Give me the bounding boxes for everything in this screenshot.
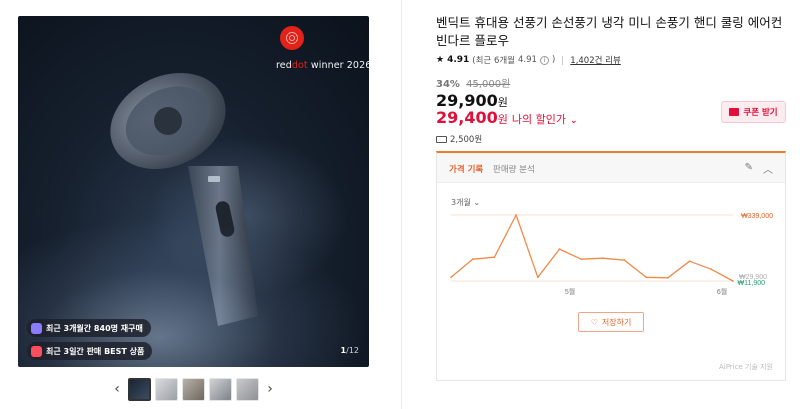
my-price-unit: 원 xyxy=(497,113,508,126)
price-point-6 xyxy=(558,248,561,250)
award-text: reddot winner 2026 xyxy=(276,60,369,71)
thumbnail-2[interactable] xyxy=(155,377,178,401)
product-main-image[interactable]: reddot winner 2026 최근 3개월간 840명 재구매 최근 3… xyxy=(18,16,369,367)
price-point-3 xyxy=(493,256,496,259)
rating-period-score: 4.91 xyxy=(518,55,537,65)
repurchase-badge: 최근 3개월간 840명 재구매 xyxy=(27,319,151,337)
my-discount-price[interactable]: 29,400원 나의 할인가 ⌄ xyxy=(436,108,578,127)
info-icon[interactable]: i xyxy=(539,55,549,65)
x-tick-may: 5월 xyxy=(565,287,575,296)
reddot-award-icon xyxy=(280,26,304,50)
price-history-chart: ₩339,000 ₩29,900 ₩11,900 5월 6월 xyxy=(450,213,773,296)
chevron-left-icon[interactable]: ‹ xyxy=(110,377,124,401)
tab-price-history[interactable]: 가격 기록 xyxy=(449,163,483,175)
chevron-up-icon[interactable]: ︿ xyxy=(763,161,773,176)
heart-icon: ♡ xyxy=(590,317,598,327)
min-price-label: ₩11,900 xyxy=(738,280,766,287)
repurchase-badge-label: 최근 3개월간 840명 재구매 xyxy=(46,323,143,333)
award-prefix: red xyxy=(276,60,292,71)
coupon-icon xyxy=(729,108,740,116)
price-panel-header: 가격 기록 판매량 분석 ✎ ︿ xyxy=(437,153,785,183)
powered-by-text: AiPrice 기술 지원 xyxy=(718,363,773,371)
save-button[interactable]: ♡ 저장하기 xyxy=(578,312,644,332)
repurchase-icon xyxy=(31,322,42,334)
best-seller-badge-label: 최근 3일간 판매 BEST 상품 xyxy=(46,346,145,356)
truck-icon xyxy=(436,135,447,143)
price-point-13 xyxy=(710,268,713,271)
review-count-link[interactable]: 1,402건 리뷰 xyxy=(570,54,621,66)
price-point-12 xyxy=(688,260,691,263)
rating-separator xyxy=(562,55,564,65)
original-price: 45,000원 xyxy=(466,79,511,90)
thumbnail-strip: ‹ › xyxy=(110,377,277,401)
thumbnail-3[interactable] xyxy=(182,377,205,401)
discount-rate: 34% xyxy=(436,79,460,90)
rating-period: (최근 6개월 xyxy=(472,56,516,66)
chevron-down-icon: ⌄ xyxy=(569,116,578,126)
shipping-row: 2,500원 xyxy=(436,133,482,145)
max-price-label: ₩339,000 xyxy=(741,213,773,220)
price-point-2 xyxy=(471,258,474,261)
award-suffix: winner 2026 xyxy=(307,60,369,71)
price-point-8 xyxy=(601,257,604,260)
tab-sales-analysis[interactable]: 판매량 분석 xyxy=(493,163,535,175)
rating-score: 4.91 xyxy=(447,55,470,65)
price-point-14 xyxy=(732,280,734,282)
x-tick-june: 6월 xyxy=(717,287,727,296)
thumbnail-1[interactable] xyxy=(128,377,151,401)
rating-close: ) xyxy=(551,55,556,65)
save-button-label: 저장하기 xyxy=(601,317,632,327)
price-point-7 xyxy=(580,258,583,261)
rating-row: ★ 4.91 (최근 6개월 4.91 i ) 1,402건 리뷰 xyxy=(436,54,621,66)
coupon-button-label: 쿠폰 받기 xyxy=(743,108,778,118)
coupon-button[interactable]: 쿠폰 받기 xyxy=(721,101,786,123)
price-series-line xyxy=(450,214,734,282)
price-point-5 xyxy=(536,276,539,279)
thumbnail-4[interactable] xyxy=(209,377,232,401)
my-price-label: 나의 할인가 xyxy=(511,113,566,126)
image-counter-total: /12 xyxy=(346,346,359,355)
star-icon: ★ xyxy=(436,55,445,65)
product-title: 벤딕트 휴대용 선풍기 손선풍기 냉각 미니 손풍기 핸디 쿨링 에어컨 빈다르… xyxy=(436,15,783,48)
award-dot: dot xyxy=(291,60,308,71)
column-divider xyxy=(401,0,402,409)
edit-icon[interactable]: ✎ xyxy=(745,162,753,173)
best-seller-badge: 최근 3일간 판매 BEST 상품 xyxy=(27,342,153,360)
price-history-panel: 가격 기록 판매량 분석 ✎ ︿ 3개월 ⌄ ₩339,000 ₩29,900 … xyxy=(436,151,786,381)
price-point-10 xyxy=(645,276,648,279)
price-point-9 xyxy=(623,259,626,262)
thumbnail-5[interactable] xyxy=(236,377,259,401)
shipping-fee: 2,500원 xyxy=(450,135,483,145)
price-point-1 xyxy=(450,276,452,279)
price-point-4 xyxy=(515,214,517,216)
image-counter: 1/12 xyxy=(341,346,359,355)
chevron-right-icon[interactable]: › xyxy=(263,377,277,401)
price-point-11 xyxy=(667,276,669,279)
discount-row: 34% 45,000원 xyxy=(436,75,510,90)
my-price-value: 29,400 xyxy=(436,108,498,127)
gift-icon xyxy=(31,345,42,357)
